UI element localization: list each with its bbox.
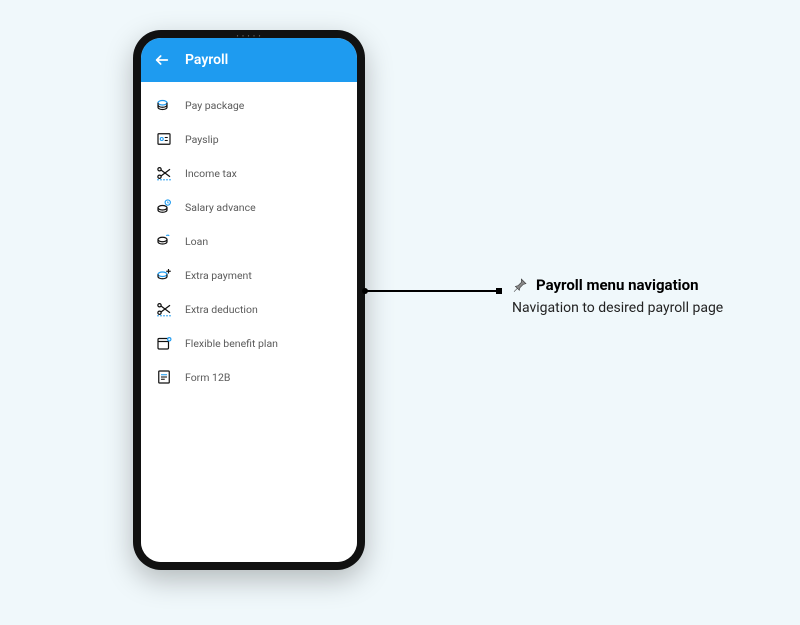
menu-item-extra-deduction[interactable]: Extra deduction <box>141 292 357 326</box>
coins-clock-icon <box>155 198 173 216</box>
coins-plus-icon <box>155 266 173 284</box>
menu-item-fbp[interactable]: Flexible benefit plan <box>141 326 357 360</box>
menu-item-label: Extra payment <box>185 269 252 282</box>
menu-item-label: Extra deduction <box>185 303 258 316</box>
menu-item-income-tax[interactable]: Income tax <box>141 156 357 190</box>
menu-item-payslip[interactable]: Payslip <box>141 122 357 156</box>
arrow-left-icon <box>154 52 170 68</box>
phone-screen: Payroll Pay package Payslip Income tax <box>141 38 357 562</box>
menu-item-salary-advance[interactable]: Salary advance <box>141 190 357 224</box>
menu-item-label: Loan <box>185 235 208 248</box>
menu-item-label: Pay package <box>185 99 244 112</box>
annotation-title: Payroll menu navigation <box>536 276 699 294</box>
phone-speaker-dots: • • • • • <box>236 33 261 40</box>
menu-item-pay-package[interactable]: Pay package <box>141 88 357 122</box>
menu-item-label: Form 12B <box>185 371 230 384</box>
phone-frame: • • • • • Payroll Pay package Payslip <box>133 30 365 570</box>
menu-item-label: Payslip <box>185 133 219 146</box>
menu-item-form-12b[interactable]: Form 12B <box>141 360 357 394</box>
coins-hand-icon <box>155 232 173 250</box>
app-bar-title: Payroll <box>185 52 228 68</box>
form-icon <box>155 368 173 386</box>
coins-icon <box>155 96 173 114</box>
menu-item-loan[interactable]: Loan <box>141 224 357 258</box>
app-bar: Payroll <box>141 38 357 82</box>
menu-item-label: Flexible benefit plan <box>185 337 278 350</box>
box-plus-icon <box>155 334 173 352</box>
payroll-menu: Pay package Payslip Income tax Salary ad… <box>141 82 357 562</box>
back-button[interactable] <box>153 51 171 69</box>
scissors-icon <box>155 164 173 182</box>
pushpin-icon <box>512 277 528 293</box>
payslip-icon <box>155 130 173 148</box>
menu-item-label: Income tax <box>185 167 237 180</box>
annotation-title-row: Payroll menu navigation <box>512 276 723 294</box>
scissors-icon <box>155 300 173 318</box>
annotation-line <box>362 290 502 292</box>
annotation-callout: Payroll menu navigation Navigation to de… <box>512 276 723 316</box>
annotation-subtitle: Navigation to desired payroll page <box>512 300 723 316</box>
menu-item-label: Salary advance <box>185 201 256 214</box>
menu-item-extra-payment[interactable]: Extra payment <box>141 258 357 292</box>
